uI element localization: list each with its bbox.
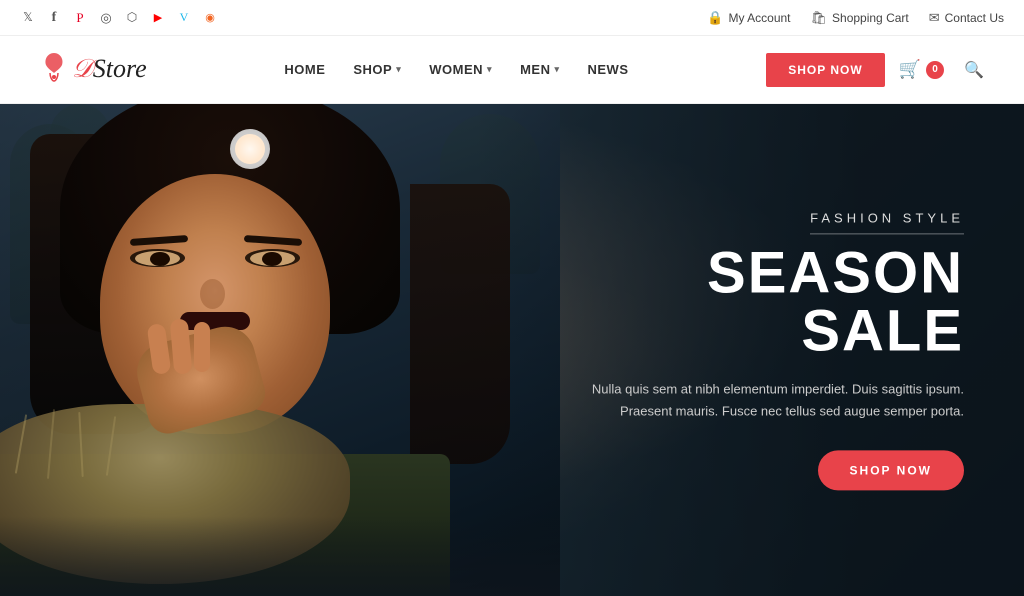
vimeo-icon[interactable]: V — [176, 10, 192, 26]
social-icons: 𝕏 f P ◎ ⬡ ▶ V ◉ — [20, 10, 218, 26]
logo-icon — [40, 51, 68, 89]
search-icon[interactable]: 🔍 — [964, 60, 984, 80]
nav-women[interactable]: WOMEN ▾ — [429, 62, 492, 77]
cart-button[interactable]: 🛒 0 — [899, 59, 944, 80]
hero-section: FASHION STYLE SEASON SALE Nulla quis sem… — [0, 104, 1024, 596]
youtube-icon[interactable]: ▶ — [150, 10, 166, 26]
women-dropdown-arrow: ▾ — [487, 64, 492, 75]
cart-top-icon: 🛍 — [811, 10, 828, 26]
dribbble-icon[interactable]: ◎ — [98, 10, 114, 26]
instagram-icon[interactable]: ⬡ — [124, 10, 140, 26]
rss-icon[interactable]: ◉ — [202, 10, 218, 26]
hero-title: SEASON SALE — [544, 244, 964, 360]
header: 𝒟Store HOME SHOP ▾ WOMEN ▾ MEN ▾ NEWS SH… — [0, 36, 1024, 104]
main-nav: HOME SHOP ▾ WOMEN ▾ MEN ▾ NEWS — [284, 62, 628, 77]
nav-news[interactable]: NEWS — [587, 62, 628, 77]
top-bar: 𝕏 f P ◎ ⬡ ▶ V ◉ 🔒 My Account 🛍 Shopping … — [0, 0, 1024, 36]
pinterest-icon[interactable]: P — [72, 10, 88, 26]
cart-count-badge: 0 — [926, 61, 944, 79]
nav-home[interactable]: HOME — [284, 62, 325, 77]
cart-icon: 🛒 — [899, 59, 921, 80]
hero-shop-now-button[interactable]: SHOP NOW — [818, 451, 964, 491]
nav-men[interactable]: MEN ▾ — [520, 62, 559, 77]
hero-subtitle: FASHION STYLE — [810, 210, 964, 234]
hero-description: Nulla quis sem at nibh elementum imperdi… — [544, 378, 964, 422]
men-dropdown-arrow: ▾ — [554, 64, 559, 75]
contact-us-link[interactable]: ✉ Contact Us — [929, 10, 1004, 26]
hero-content: FASHION STYLE SEASON SALE Nulla quis sem… — [544, 209, 964, 490]
contact-icon: ✉ — [929, 10, 940, 26]
logo-text: 𝒟Store — [72, 54, 147, 85]
shopping-cart-link[interactable]: 🛍 Shopping Cart — [811, 10, 909, 26]
shop-dropdown-arrow: ▾ — [396, 64, 401, 75]
my-account-link[interactable]: 🔒 My Account — [707, 10, 790, 26]
top-right-links: 🔒 My Account 🛍 Shopping Cart ✉ Contact U… — [707, 10, 1004, 26]
logo[interactable]: 𝒟Store — [40, 51, 147, 89]
twitter-icon[interactable]: 𝕏 — [20, 10, 36, 26]
account-icon: 🔒 — [707, 10, 723, 26]
header-shop-now-button[interactable]: SHOP NOW — [766, 53, 884, 87]
facebook-icon[interactable]: f — [46, 10, 62, 26]
nav-shop[interactable]: SHOP ▾ — [353, 62, 401, 77]
